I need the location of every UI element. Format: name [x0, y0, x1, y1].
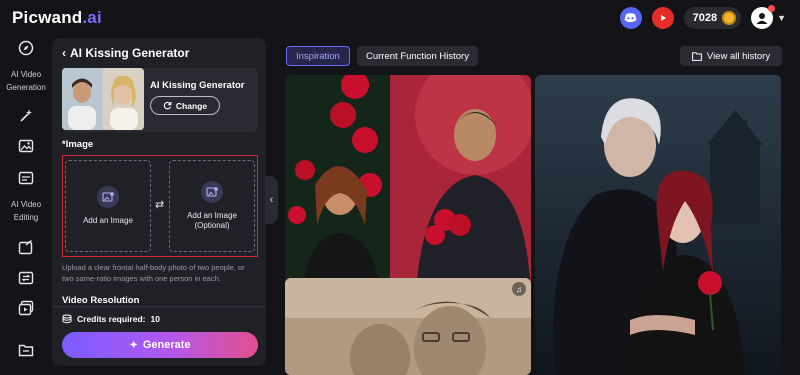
add-image-optional-line1: Add an Image [187, 211, 237, 220]
folder-icon [18, 344, 34, 357]
coin-icon [722, 11, 737, 25]
nav-image-to-video[interactable] [0, 138, 52, 154]
credits-value: 7028 [692, 12, 718, 24]
chevron-left-icon: ‹ [269, 194, 274, 206]
credits-balance[interactable]: 7028 [683, 7, 742, 29]
add-image-optional-button[interactable]: Add an Image (Optional) [169, 160, 255, 252]
generator-panel: ‹ AI Kissing Generator AI Kissing Genera… [52, 38, 266, 366]
nav-ai-video-generation: AI Video Generation [0, 68, 52, 94]
upload-hint: Upload a clear frontal half-body photo o… [62, 263, 245, 283]
nav-clips[interactable] [0, 300, 52, 316]
swap-icon[interactable]: ⇄ [155, 198, 164, 211]
template-card: AI Kissing Generator Change [62, 68, 258, 132]
user-avatar[interactable] [751, 5, 776, 29]
logo-suffix: .ai [82, 8, 102, 27]
template-name: AI Kissing Generator [150, 80, 245, 91]
music-icon: ♫ [512, 282, 526, 296]
nav-section-label: AI Video Editing [10, 200, 42, 222]
view-all-history-button[interactable]: View all history [680, 46, 782, 66]
add-image-optional-label: Add an Image (Optional) [187, 211, 237, 231]
edit-video-icon [18, 240, 33, 255]
convert-icon [18, 271, 34, 285]
gallery-card[interactable] [535, 75, 781, 375]
compass-icon [18, 40, 34, 56]
collapse-panel-button[interactable]: ‹ [265, 176, 278, 224]
add-image-button[interactable]: Add an Image [65, 160, 151, 252]
add-image-icon [201, 181, 223, 203]
chevron-down-icon[interactable]: ▼ [777, 13, 786, 23]
tab-current-function-history[interactable]: Current Function History [357, 46, 478, 66]
credits-stack-icon [62, 314, 72, 324]
tab-inspiration[interactable]: Inspiration [286, 46, 350, 66]
generate-label: Generate [142, 339, 191, 351]
generate-button[interactable]: ✦ Generate [62, 332, 258, 358]
nav-ai-video-editing: AI Video Editing [0, 198, 52, 224]
left-nav: AI Video Generation AI Video Editing [0, 36, 52, 375]
gallery-image [285, 278, 531, 375]
credits-required-value: 10 [150, 314, 160, 324]
upload-area: Add an Image ⇄ Add an Image (Optional) [62, 155, 258, 257]
gallery-image [535, 75, 781, 375]
sparkle-icon: ✦ [129, 339, 138, 351]
add-image-label: Add an Image [83, 216, 133, 225]
back-arrow-icon[interactable]: ‹ [62, 46, 66, 60]
add-image-icon [97, 186, 119, 208]
top-bar: Picwand.ai 7028 ▼ [0, 0, 800, 36]
clips-icon [18, 300, 34, 316]
image-icon [18, 139, 34, 153]
notification-dot [768, 5, 776, 12]
image-section-label: *Image [62, 139, 94, 150]
panel-header[interactable]: ‹ AI Kissing Generator [62, 46, 189, 60]
nav-text-to-video[interactable] [0, 170, 52, 186]
nav-explore[interactable] [0, 40, 52, 56]
credits-required-label: Credits required: [77, 314, 146, 324]
change-template-button[interactable]: Change [150, 96, 220, 115]
folder-icon [692, 51, 702, 61]
subtitle-icon [18, 171, 34, 185]
gallery-area: Inspiration Current Function History Vie… [278, 38, 796, 375]
gallery-card[interactable]: ♫ [285, 278, 531, 375]
nav-convert[interactable] [0, 270, 52, 286]
add-image-optional-line2: (Optional) [194, 221, 230, 230]
refresh-icon [163, 101, 172, 110]
wand-icon [20, 109, 32, 122]
nav-video-edit[interactable] [0, 240, 52, 256]
discord-icon[interactable] [619, 7, 642, 29]
video-resolution-label: Video Resolution [62, 295, 140, 306]
youtube-icon[interactable] [651, 7, 674, 29]
gallery-image [285, 75, 531, 309]
logo[interactable]: Picwand.ai [12, 8, 102, 28]
nav-effects[interactable] [0, 108, 52, 124]
template-thumbnail [62, 68, 144, 130]
page-title: AI Kissing Generator [70, 46, 190, 60]
credits-required: Credits required: 10 [62, 314, 160, 324]
divider [52, 306, 266, 307]
nav-my-files[interactable] [0, 342, 52, 358]
gallery-card[interactable]: l lamnothere1971 ♡ [285, 75, 531, 309]
nav-section-label: AI Video Generation [6, 70, 46, 92]
change-label: Change [175, 100, 208, 111]
view-all-label: View all history [706, 50, 771, 62]
logo-text: Picwand [12, 8, 83, 27]
